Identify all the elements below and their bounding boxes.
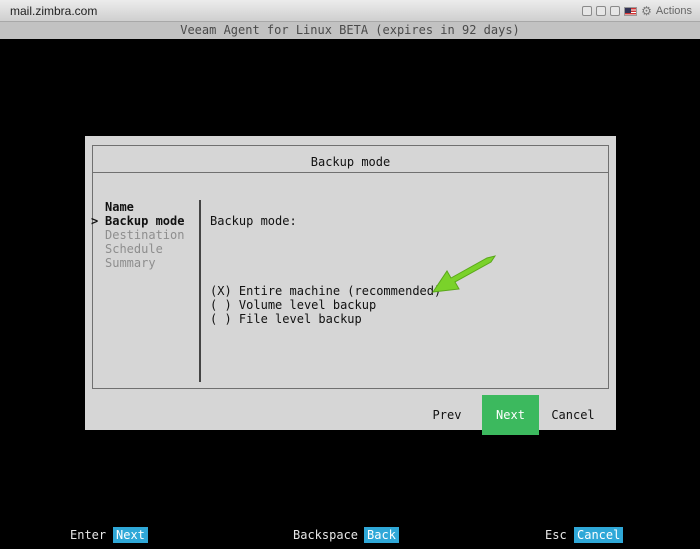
step-label: Destination bbox=[105, 228, 185, 242]
step-label: Name bbox=[105, 200, 134, 214]
option-label: File level backup bbox=[238, 312, 362, 326]
green-arrow-icon bbox=[431, 255, 497, 293]
keyboard-hints: Enter Next Backspace Back Esc Cancel bbox=[0, 525, 700, 543]
divider bbox=[92, 388, 609, 389]
radio-button[interactable]: ( ) bbox=[210, 312, 232, 326]
dialog-title: Backup mode bbox=[310, 155, 391, 169]
window-icon[interactable] bbox=[610, 6, 621, 16]
cancel-button[interactable]: Cancel bbox=[549, 395, 597, 435]
step-name: Name bbox=[91, 200, 184, 214]
vertical-divider bbox=[199, 200, 201, 382]
next-button[interactable]: Next bbox=[482, 395, 539, 435]
actions-menu[interactable]: Actions bbox=[656, 5, 692, 17]
option-label: Volume level backup bbox=[238, 298, 377, 312]
step-marker bbox=[91, 228, 105, 242]
hint-key: Backspace bbox=[293, 528, 359, 542]
backup-mode-options: (X) Entire machine (recommended) ( ) Vol… bbox=[210, 284, 441, 326]
radio-button[interactable]: ( ) bbox=[210, 298, 232, 312]
step-backup-mode: > Backup mode bbox=[91, 214, 184, 228]
hint-key: Enter bbox=[70, 528, 107, 542]
console-screen: Veeam Agent for Linux BETA (expires in 9… bbox=[0, 22, 700, 549]
backup-mode-dialog: Backup mode Name > Backup mode Destinatio… bbox=[85, 136, 616, 435]
flag-icon[interactable] bbox=[624, 6, 638, 16]
step-marker bbox=[91, 256, 105, 270]
step-marker: > bbox=[91, 214, 99, 228]
window-controls: ⚙ Actions bbox=[582, 4, 692, 18]
radio-button[interactable]: (X) bbox=[210, 284, 232, 298]
prev-button[interactable]: Prev bbox=[430, 395, 464, 435]
arrow-shape bbox=[431, 255, 497, 293]
hint-action-cancel: Cancel bbox=[574, 527, 624, 543]
option-entire-machine[interactable]: (X) Entire machine (recommended) bbox=[210, 284, 441, 298]
option-label: Entire machine (recommended) bbox=[238, 284, 442, 298]
gear-icon[interactable]: ⚙ bbox=[641, 4, 652, 18]
hint-action-next: Next bbox=[113, 527, 148, 543]
console-header: Veeam Agent for Linux BETA (expires in 9… bbox=[0, 22, 700, 39]
step-marker bbox=[91, 200, 105, 214]
wizard-steps: Name > Backup mode Destination Schedule S… bbox=[91, 200, 184, 270]
step-summary: Summary bbox=[91, 256, 184, 270]
step-label: Backup mode bbox=[105, 214, 185, 228]
content-label: Backup mode: bbox=[210, 214, 297, 228]
step-schedule: Schedule bbox=[91, 242, 184, 256]
window-titlebar: mail.zimbra.com ⚙ Actions bbox=[0, 0, 700, 22]
option-file-level[interactable]: ( ) File level backup bbox=[210, 312, 441, 326]
step-destination: Destination bbox=[91, 228, 184, 242]
step-label: Schedule bbox=[105, 242, 163, 256]
step-marker bbox=[91, 242, 105, 256]
host-title: mail.zimbra.com bbox=[10, 4, 98, 18]
window-icon[interactable] bbox=[582, 6, 593, 16]
hint-action-back: Back bbox=[364, 527, 399, 543]
step-label: Summary bbox=[105, 256, 156, 270]
option-volume-level[interactable]: ( ) Volume level backup bbox=[210, 298, 441, 312]
hint-key: Esc bbox=[545, 528, 567, 542]
window-icon[interactable] bbox=[596, 6, 607, 16]
